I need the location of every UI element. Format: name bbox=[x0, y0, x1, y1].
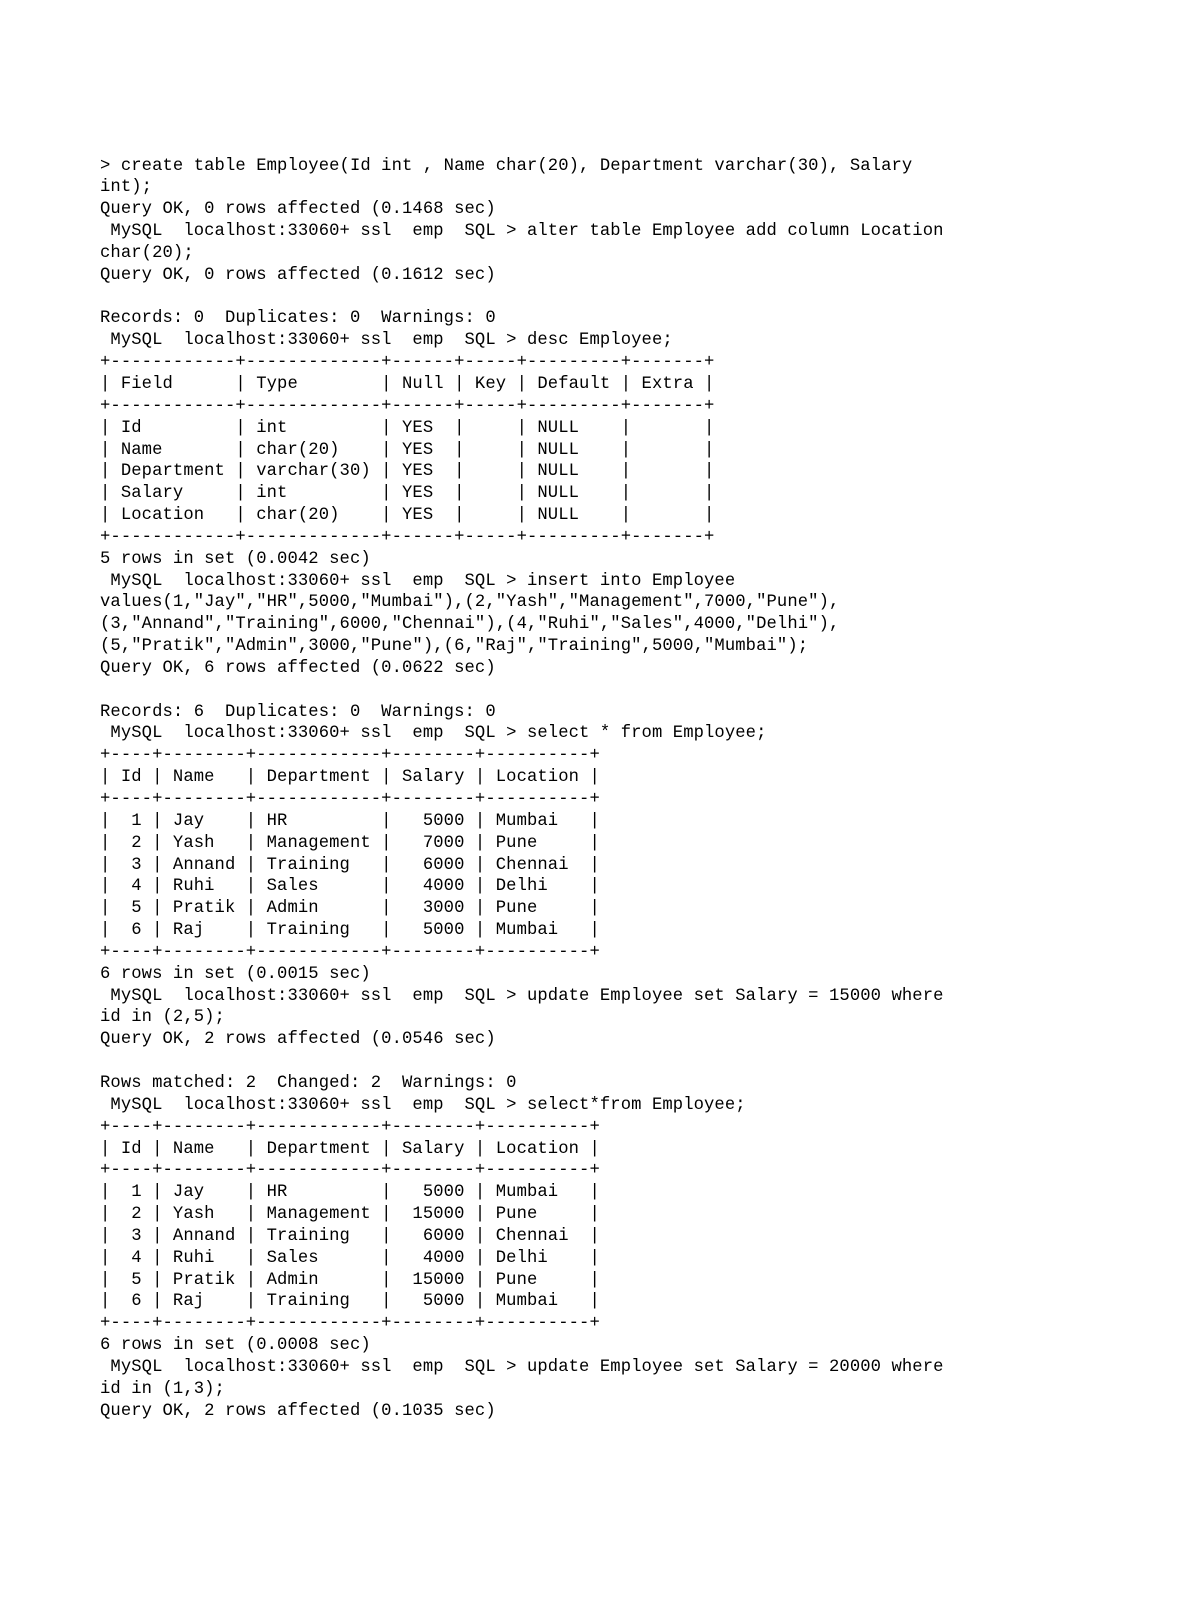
terminal-output: > create table Employee(Id int , Name ch… bbox=[100, 156, 1100, 1423]
